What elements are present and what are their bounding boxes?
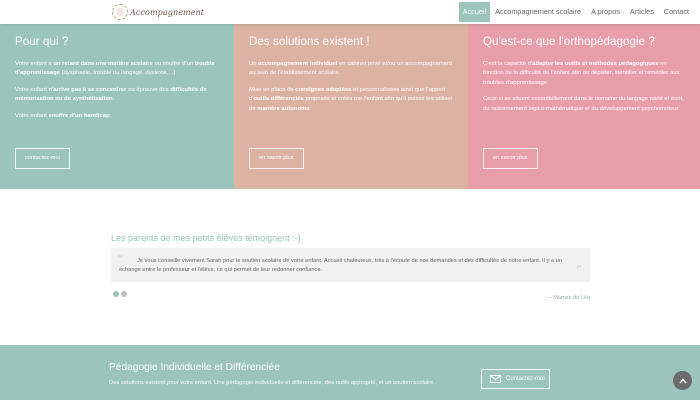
text: . — [109, 112, 112, 119]
cta-contact-label: Contactez-moi — [506, 376, 545, 382]
close-quote-icon: ” — [575, 263, 582, 277]
pour-qui-paragraph-1: Votre enfant a un retard dans une matièr… — [15, 60, 219, 79]
contact-button[interactable]: contactez-moi — [15, 148, 70, 169]
cta-subtitle: Des solutions existent pour votre enfant… — [109, 380, 436, 386]
orthopedagogie-title: Qu'est-ce que l'orthopédagogie ? — [483, 36, 655, 48]
emphasis: souffre d'un handicap — [48, 112, 110, 119]
emphasis: n'arrive pas à se concentrer — [48, 86, 127, 93]
logo[interactable]: Accompagnement — [112, 3, 204, 21]
pour-qui-paragraph-2: Votre enfant n'arrive pas à se concentre… — [15, 86, 219, 105]
logo-text: Accompagnement — [130, 7, 205, 17]
solutions-paragraph-2: Mise en place de consignes adaptées et p… — [249, 86, 453, 114]
emphasis: accompagnement individuel — [258, 61, 338, 67]
text: Votre enfant — [15, 112, 49, 119]
nav-contact[interactable]: Contact — [659, 2, 694, 22]
nav-a-propos[interactable]: A propos — [586, 2, 625, 22]
emphasis: adapter les outils et méthodes pédagogiq… — [532, 61, 659, 67]
testimonial-author: — Maman de Léa — [546, 295, 590, 301]
text: C'est la capacité d' — [483, 61, 533, 67]
pagination-dot-1[interactable] — [113, 291, 119, 297]
nav-accueil[interactable]: Accueil — [458, 2, 491, 22]
orthopedagogie-paragraph-2: Ceux-ci se situent essentiellement dans … — [483, 96, 684, 112]
text: Mise en place de — [249, 86, 296, 93]
emphasis: outils différenciés — [253, 96, 304, 103]
logo-flower-icon — [112, 4, 128, 20]
chevron-up-icon — [678, 377, 687, 383]
cta-contact-button[interactable]: Contactez-moi — [481, 369, 550, 389]
orthopedagogie-section: Qu'est-ce que l'orthopédagogie ? C'est l… — [468, 24, 700, 189]
nav-articles[interactable]: Articles — [625, 2, 659, 22]
text: . — [309, 105, 312, 112]
site-header: Accompagnement Accueil Accompagnement sc… — [0, 0, 700, 24]
scroll-to-top-button[interactable] — [673, 371, 692, 390]
testimonial-card: “ Je vous conseille vivement Sarah pour … — [111, 248, 590, 282]
text: Un — [249, 61, 259, 67]
text: Votre enfant a — [15, 61, 54, 67]
envelope-icon — [490, 375, 501, 383]
text: ou souffre d'un — [152, 61, 195, 67]
cta-title: Pédagogie Individuelle et Différenciée — [109, 362, 280, 373]
text: . — [112, 96, 115, 103]
nav-accompagnement-scolaire[interactable]: Accompagnement scolaire — [490, 2, 586, 22]
solutions-paragraph-1: Un accompagnement individuel en cabinet … — [249, 60, 453, 79]
pour-qui-title: Pour qui ? — [15, 36, 69, 48]
text: Votre enfant — [15, 86, 49, 93]
testimonial-pagination — [113, 291, 129, 297]
solutions-more-button[interactable]: en savoir plus — [249, 148, 304, 169]
solutions-title: Des solutions existent ! — [249, 36, 370, 48]
pour-qui-section: Pour qui ? Votre enfant a un retard dans… — [0, 24, 234, 189]
orthopedagogie-paragraph-1: C'est la capacité d'adapter les outils e… — [483, 60, 685, 88]
orthopedagogie-more-button[interactable]: en savoir plus — [483, 148, 538, 169]
cta-band: Pédagogie Individuelle et Différenciée D… — [0, 345, 700, 400]
solutions-section: Des solutions existent ! Un accompagneme… — [234, 24, 468, 189]
main-nav: Accueil Accompagnement scolaire A propos… — [458, 2, 694, 22]
text: ou éprouve des — [126, 86, 171, 93]
text: (dysphasie, trouble du langage, dyslexie… — [59, 70, 176, 77]
emphasis: un retard dans une matière scolaire — [53, 61, 153, 67]
testimonial-title: Les parents de mes petits élèves témoign… — [111, 233, 301, 243]
testimonial-text-block: Je vous conseille vivement Sarah pour le… — [119, 257, 581, 275]
pagination-dot-2[interactable] — [121, 291, 127, 297]
emphasis: manière autonome — [257, 105, 310, 112]
testimonial-text: Je vous conseille vivement Sarah pour le… — [119, 258, 562, 273]
pour-qui-paragraph-3: Votre enfant souffre d'un handicap. — [15, 112, 219, 121]
emphasis: consignes adaptées — [295, 86, 352, 93]
